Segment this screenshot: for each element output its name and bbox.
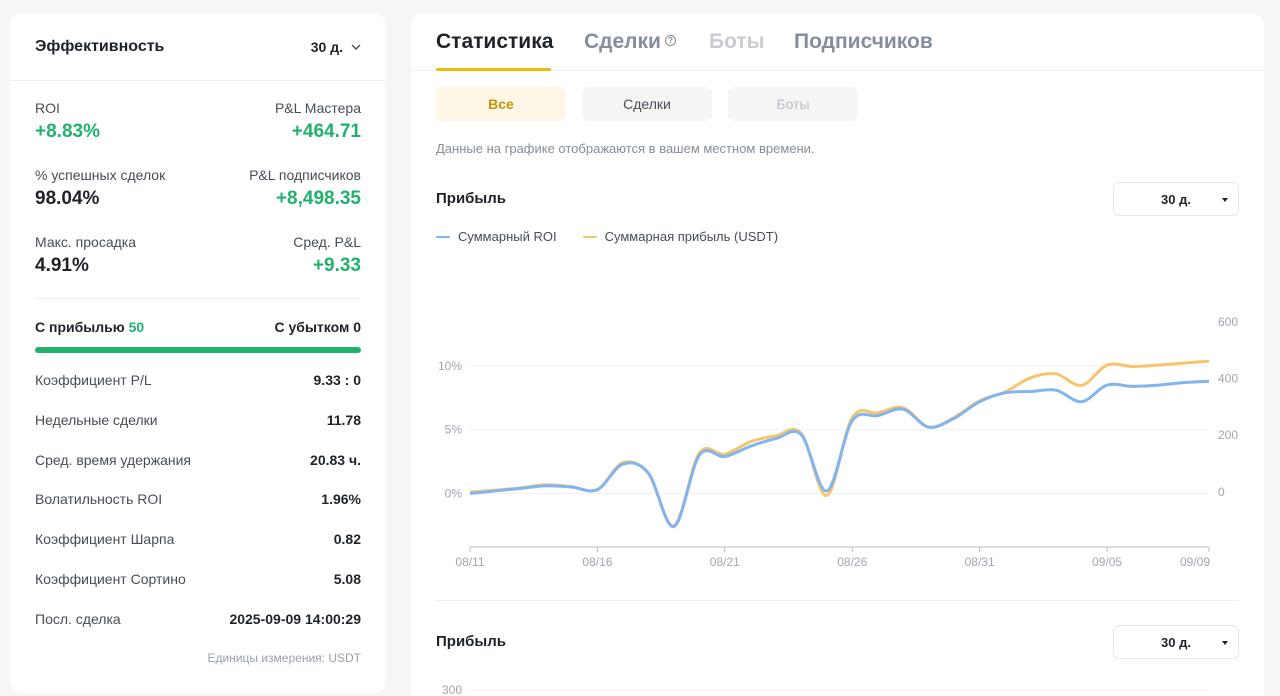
master-pnl-label: P&L Мастера [274,100,361,116]
stats-row-label: Недельные сделки [35,412,158,428]
mdd-metric: Макс. просадка 4.91% [35,234,136,277]
period-value: 30 д. [310,38,343,55]
stats-row: Посл. сделка 2025-09-09 14:00:29 [35,611,361,627]
loss-summary: С убытком 0 [275,319,361,335]
stats-row: Недельные сделки 11.78 [35,412,361,428]
stats-row-value: 11.78 [326,412,361,428]
mdd-value: 4.91% [35,255,89,276]
mdd-label: Макс. просадка [35,234,136,250]
stats-row: Коэффициент Сортино 5.08 [35,571,361,587]
stats-row-value: 1.96% [321,491,361,507]
master-pnl-value: +464.71 [291,121,361,142]
stats-row-value: 0.82 [333,531,361,547]
stats-row-label: Коэффициент Шарпа [35,531,175,547]
win-rate-value: 98.04% [35,188,100,209]
loss-label: С убытком [274,319,350,335]
stats-row-value: 2025-09-09 14:00:29 [229,611,361,627]
stats-row: Коэффициент P/L 9.33 : 0 [35,372,361,388]
y-tick-label: 300 [442,683,462,696]
stats-row: Волатильность ROI 1.96% [35,491,361,507]
avg-pnl-label: Сред. P&L [293,234,361,250]
units-note: Единицы измерения: USDT [207,651,361,665]
loss-count: 0 [353,319,361,335]
period-dropdown[interactable]: 30 д. [311,39,361,55]
win-summary: С прибылью 50 [35,319,144,335]
subs-pnl-label: P&L подписчиков [249,167,361,183]
subs-pnl-value: +8,498.35 [275,188,361,209]
stats-row: Коэффициент Шарпа 0.82 [35,531,361,547]
performance-card: Эффективность 30 д. ROI +8.83% P&L Масте… [10,13,386,693]
subs-pnl-metric: P&L подписчиков +8,498.35 [249,167,361,210]
roi-value: +8.83% [35,121,100,142]
performance-header: Эффективность 30 д. [10,13,386,81]
roi-label: ROI [35,100,60,116]
profit-chart-2: 300 [442,683,1209,696]
statistics-panel: Статистика Сделки? Боты Подписчиков Все … [411,13,1264,696]
stats-row: Сред. время удержания 20.83 ч. [35,452,361,468]
chevron-down-icon [351,44,361,50]
stats-row-label: Посл. сделка [35,611,121,627]
stats-row-label: Волатильность ROI [35,491,163,507]
win-loss-summary: С прибылью 50 С убытком 0 [35,319,361,335]
stats-row-value: 9.33 : 0 [313,372,361,388]
roi-metric: ROI +8.83% [35,100,100,143]
stats-row-label: Коэффициент Сортино [35,571,186,587]
performance-title: Эффективность [35,37,165,55]
master-pnl-metric: P&L Мастера +464.71 [275,100,361,143]
win-loss-bar [35,347,361,353]
stats-row-label: Сред. время удержания [35,452,191,468]
win-rate-label: % успешных сделок [35,167,166,183]
divider [35,298,361,299]
stats-row-value: 20.83 ч. [310,452,361,468]
win-count: 50 [128,319,145,335]
stats-row-value: 5.08 [333,571,361,587]
avg-pnl-metric: Сред. P&L +9.33 [293,234,361,277]
stats-row-label: Коэффициент P/L [35,372,152,388]
avg-pnl-value: +9.33 [312,255,361,276]
win-label: С прибылью [35,319,125,335]
win-rate-metric: % успешных сделок 98.04% [35,167,165,210]
